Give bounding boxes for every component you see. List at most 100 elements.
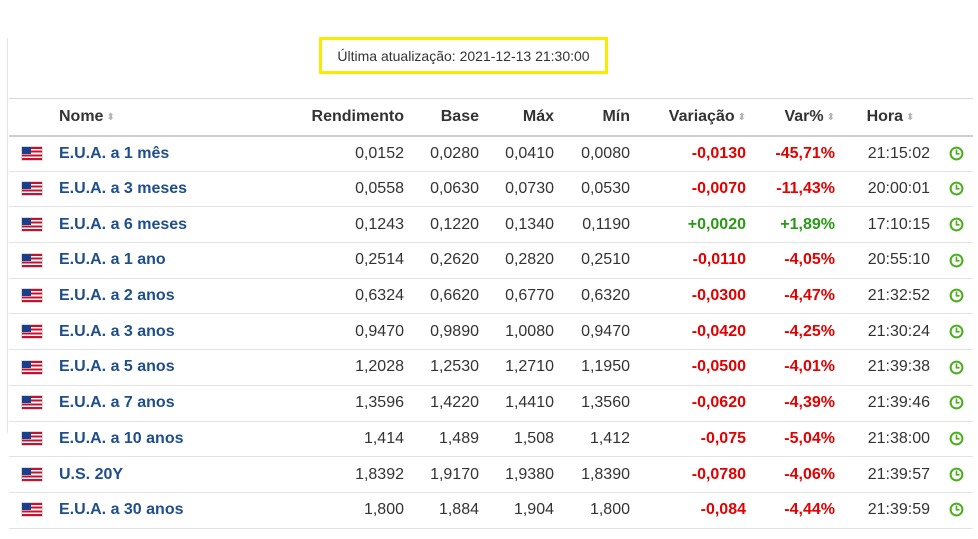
sort-arrows-icon: ⬍ — [906, 111, 915, 123]
last-update-banner: Última atualização: 2021-12-13 21:30:00 — [319, 37, 608, 74]
cell-base: 0,2620 — [430, 251, 479, 269]
header-flag — [9, 99, 53, 136]
cell-min: 1,412 — [589, 429, 630, 447]
flag-cell — [9, 171, 53, 207]
cell-hora: 21:30:24 — [867, 322, 930, 340]
clock-icon — [949, 467, 964, 482]
last-update-text: Última atualização: 2021-12-13 21:30:00 — [337, 47, 590, 64]
cell-base: 1,9170 — [430, 465, 479, 483]
flag-cell — [9, 385, 53, 421]
cell-max: 1,4410 — [505, 394, 554, 412]
clock-icon — [949, 253, 964, 268]
cell-var-pct: -4,39% — [784, 394, 835, 412]
cell-max: 0,0730 — [505, 180, 554, 198]
header-clock — [940, 99, 973, 136]
sort-arrows-icon: ⬍ — [106, 111, 115, 123]
cell-min: 0,9470 — [581, 322, 630, 340]
table-row: E.U.A. a 5 anos 1,2028 1,2530 1,2710 1,1… — [9, 350, 973, 386]
us-flag-icon — [22, 289, 42, 303]
header-var-pct[interactable]: Var% ⬍ — [752, 99, 841, 136]
bond-name-link[interactable]: E.U.A. a 2 anos — [53, 278, 279, 314]
clock-icon — [949, 146, 964, 161]
cell-rendimento: 0,0558 — [355, 180, 404, 198]
clock-cell — [940, 278, 973, 314]
us-flag-icon — [22, 217, 42, 231]
cell-min: 1,800 — [589, 501, 630, 519]
bonds-table-container: Nome ⬍ Rendimento Base Máx Mín Variação ⬍ … — [9, 98, 973, 529]
header-min: Mín — [602, 107, 630, 125]
cell-variacao: -0,0300 — [691, 287, 746, 305]
us-flag-icon — [22, 467, 42, 481]
cell-hora: 21:32:52 — [867, 287, 930, 305]
cell-base: 1,884 — [438, 501, 479, 519]
clock-icon — [949, 360, 964, 375]
table-body: E.U.A. a 1 mês 0,0152 0,0280 0,0410 0,00… — [9, 136, 973, 529]
bond-name-link[interactable]: E.U.A. a 1 ano — [53, 243, 279, 279]
bond-name-link[interactable]: E.U.A. a 3 meses — [53, 171, 279, 207]
clock-icon — [949, 181, 964, 196]
cell-max: 0,1340 — [505, 215, 554, 233]
cell-hora: 21:39:46 — [867, 394, 930, 412]
us-flag-icon — [22, 396, 42, 410]
us-flag-icon — [22, 503, 42, 517]
clock-icon — [949, 503, 964, 517]
bond-name-link[interactable]: E.U.A. a 10 anos — [53, 421, 279, 457]
cell-max: 1,9380 — [505, 465, 554, 483]
cell-max: 1,0080 — [505, 322, 554, 340]
clock-icon — [949, 324, 964, 339]
cell-max: 0,2820 — [505, 251, 554, 269]
flag-cell — [9, 457, 53, 493]
clock-icon — [949, 217, 964, 232]
cell-var-pct: -11,43% — [776, 180, 835, 198]
table-row: E.U.A. a 7 anos 1,3596 1,4220 1,4410 1,3… — [9, 385, 973, 421]
table-row: E.U.A. a 10 anos 1,414 1,489 1,508 1,412… — [9, 421, 973, 457]
cell-var-pct: -4,44% — [784, 501, 835, 519]
us-flag-icon — [22, 253, 42, 267]
bond-name-link[interactable]: U.S. 20Y — [53, 457, 279, 493]
cell-hora: 20:00:01 — [867, 180, 930, 198]
cell-max: 0,6770 — [505, 287, 554, 305]
header-variacao[interactable]: Variação ⬍ — [636, 99, 752, 136]
bond-name-link[interactable]: E.U.A. a 7 anos — [53, 385, 279, 421]
bond-yields-page: Última atualização: 2021-12-13 21:30:00 … — [0, 0, 978, 539]
cell-var-pct: -4,47% — [784, 287, 835, 305]
cell-base: 1,4220 — [430, 394, 479, 412]
table-row: E.U.A. a 3 anos 0,9470 0,9890 1,0080 0,9… — [9, 314, 973, 350]
cell-min: 0,0080 — [581, 144, 630, 162]
bond-name-link[interactable]: E.U.A. a 5 anos — [53, 350, 279, 386]
clock-cell — [940, 314, 973, 350]
header-hora[interactable]: Hora ⬍ — [841, 99, 940, 136]
table-row: E.U.A. a 6 meses 0,1243 0,1220 0,1340 0,… — [9, 207, 973, 243]
cell-hora: 21:39:59 — [867, 501, 930, 519]
bond-name-link[interactable]: E.U.A. a 30 anos — [53, 492, 279, 528]
cell-max: 0,0410 — [505, 144, 554, 162]
cell-rendimento: 1,414 — [363, 429, 404, 447]
clock-cell — [940, 207, 973, 243]
cell-min: 1,3560 — [581, 394, 630, 412]
table-row: E.U.A. a 1 mês 0,0152 0,0280 0,0410 0,00… — [9, 136, 973, 172]
clock-icon — [949, 395, 964, 410]
cell-base: 0,1220 — [430, 215, 479, 233]
flag-cell — [9, 350, 53, 386]
cell-var-pct: -4,05% — [784, 251, 835, 269]
cell-min: 0,0530 — [581, 180, 630, 198]
cell-rendimento: 0,9470 — [355, 322, 404, 340]
bond-name-link[interactable]: E.U.A. a 6 meses — [53, 207, 279, 243]
cell-rendimento: 1,3596 — [355, 394, 404, 412]
clock-cell — [940, 492, 973, 528]
cell-var-pct: -4,25% — [784, 322, 835, 340]
cell-variacao: -0,075 — [700, 429, 746, 447]
flag-cell — [9, 207, 53, 243]
bond-name-link[interactable]: E.U.A. a 1 mês — [53, 136, 279, 172]
cell-variacao: +0,0020 — [687, 215, 746, 233]
flag-cell — [9, 243, 53, 279]
cell-var-pct: -4,01% — [784, 358, 835, 376]
header-name[interactable]: Nome ⬍ — [53, 99, 279, 136]
table-row: U.S. 20Y 1,8392 1,9170 1,9380 1,8390 -0,… — [9, 457, 973, 493]
us-flag-icon — [22, 182, 42, 196]
cell-variacao: -0,0070 — [691, 180, 746, 198]
cell-hora: 20:55:10 — [867, 251, 930, 269]
bond-name-link[interactable]: E.U.A. a 3 anos — [53, 314, 279, 350]
clock-cell — [940, 171, 973, 207]
cell-variacao: -0,0110 — [692, 251, 746, 269]
